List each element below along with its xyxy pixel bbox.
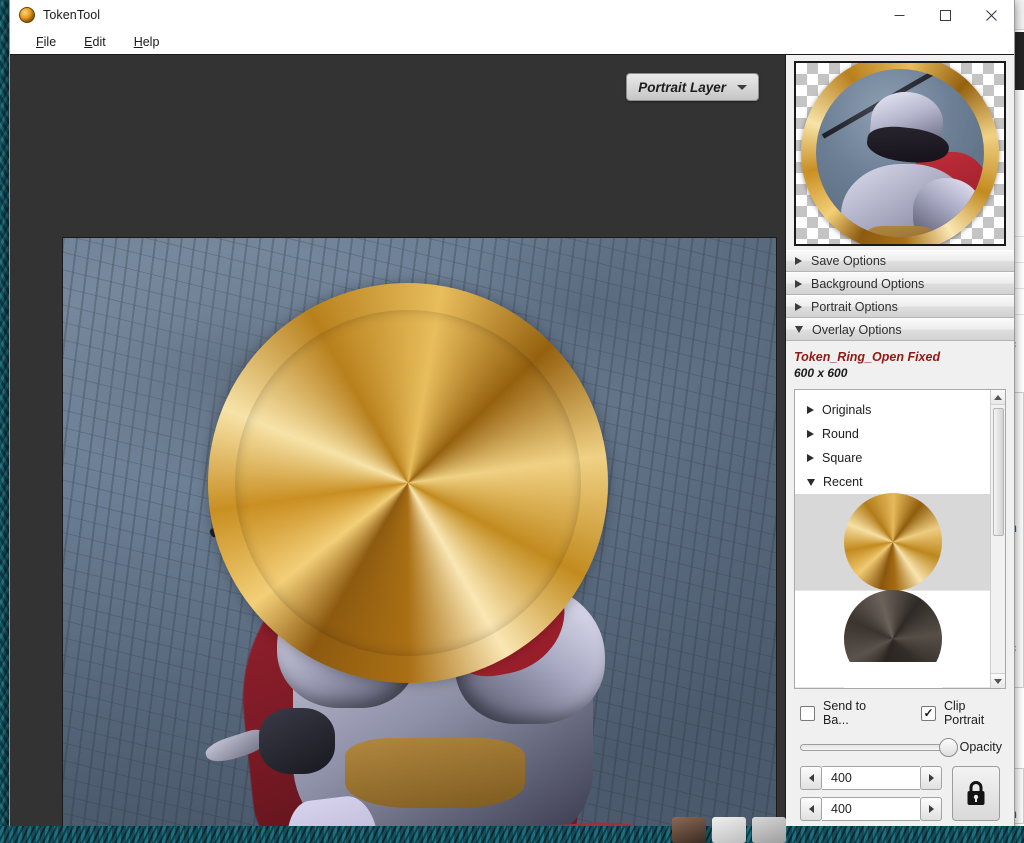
- section-label: Background Options: [811, 277, 924, 291]
- triangle-right-icon: [807, 430, 814, 438]
- layer-select-dropdown[interactable]: Portrait Layer: [626, 73, 759, 101]
- window-controls: [876, 0, 1014, 30]
- arrow-right-icon: [929, 774, 934, 782]
- tree-item-originals[interactable]: Originals: [795, 398, 990, 422]
- clip-portrait-label: Clip Portrait: [944, 699, 1006, 727]
- taskbar-item[interactable]: [672, 817, 706, 843]
- gold-ring-icon: [844, 493, 942, 591]
- taskbar-item[interactable]: [752, 817, 786, 843]
- portrait-artwork[interactable]: [62, 237, 777, 831]
- tree-item-square[interactable]: Square: [795, 446, 990, 470]
- width-decrement-button[interactable]: [800, 766, 822, 790]
- tree-item-label: Round: [822, 427, 859, 441]
- width-value[interactable]: 400: [822, 766, 920, 790]
- chevron-up-icon: [994, 395, 1002, 400]
- tree-item-label: Recent: [823, 475, 863, 489]
- overlay-thumbnail-dark-ring[interactable]: [795, 591, 990, 688]
- size-controls: 400 400: [794, 754, 1006, 831]
- overlay-checkbox-row: Send to Ba... ✓ Clip Portrait: [794, 689, 1006, 727]
- height-decrement-button[interactable]: [800, 797, 822, 821]
- preview-belt: [865, 226, 935, 238]
- minimize-button[interactable]: [876, 0, 922, 30]
- tokentool-window[interactable]: TokenTool File Edit Help Portrait Layer: [9, 0, 1015, 832]
- tree-item-round[interactable]: Round: [795, 422, 990, 446]
- opacity-slider-handle[interactable]: [939, 738, 958, 757]
- selected-overlay-name: Token_Ring_Open Fixed: [794, 350, 1006, 364]
- overlay-options-panel: Token_Ring_Open Fixed 600 x 600 Original…: [786, 341, 1014, 831]
- opacity-row: Opacity: [794, 727, 1006, 754]
- knight-belt: [345, 738, 525, 808]
- section-header-save-options[interactable]: Save Options: [786, 250, 1014, 273]
- tokentool-icon: [19, 7, 35, 23]
- triangle-right-icon: [807, 454, 814, 462]
- tree-item-label: Originals: [822, 403, 871, 417]
- opacity-label: Opacity: [960, 740, 1006, 754]
- layer-select-label: Portrait Layer: [638, 80, 726, 95]
- knight-gauntlet: [259, 708, 335, 774]
- tree-item-recent[interactable]: Recent: [795, 470, 990, 494]
- opacity-slider[interactable]: [800, 744, 951, 751]
- tree-row-clipped[interactable]: [795, 390, 990, 398]
- menu-edit-rest: dit: [93, 35, 106, 49]
- menu-bar[interactable]: File Edit Help: [10, 30, 1014, 54]
- maximize-button[interactable]: [922, 0, 968, 30]
- menu-item-edit[interactable]: Edit: [76, 32, 114, 52]
- overlay-browser[interactable]: Originals Round Square Recent: [794, 389, 1006, 689]
- overlay-browser-scrollbar[interactable]: [990, 390, 1005, 688]
- section-header-portrait-options[interactable]: Portrait Options: [786, 295, 1014, 318]
- menu-item-file[interactable]: File: [28, 32, 64, 52]
- dark-ring-icon: [844, 590, 942, 688]
- section-header-overlay-options[interactable]: Overlay Options: [786, 318, 1014, 341]
- arrow-left-icon: [809, 774, 814, 782]
- overlay-thumbnail-gold-ring[interactable]: [795, 494, 990, 591]
- send-to-back-label: Send to Ba...: [823, 699, 892, 727]
- height-spinner[interactable]: 400: [800, 797, 942, 821]
- canvas-pane[interactable]: Portrait Layer: [10, 54, 786, 831]
- triangle-down-icon: [807, 479, 815, 486]
- triangle-right-icon: [795, 280, 802, 288]
- scrollbar-thumb[interactable]: [993, 408, 1004, 536]
- side-panel: Save Options Background Options Portrait…: [786, 54, 1014, 831]
- clip-portrait-checkbox[interactable]: ✓: [921, 706, 936, 721]
- taskbar-item[interactable]: [712, 817, 746, 843]
- send-to-back-checkbox[interactable]: [800, 706, 815, 721]
- size-spinner-column: 400 400: [800, 766, 942, 821]
- triangle-right-icon: [807, 406, 814, 414]
- section-label: Portrait Options: [811, 300, 898, 314]
- menu-help-rest: elp: [143, 35, 160, 49]
- scroll-down-button[interactable]: [991, 673, 1005, 688]
- width-spinner[interactable]: 400: [800, 766, 942, 790]
- tree-item-label: Square: [822, 451, 862, 465]
- arrow-right-icon: [929, 805, 934, 813]
- triangle-right-icon: [795, 257, 802, 265]
- preview-token-image: [801, 61, 999, 246]
- overlay-ring-on-canvas[interactable]: [208, 283, 608, 683]
- window-title: TokenTool: [43, 8, 100, 22]
- menu-file-rest: ile: [44, 35, 57, 49]
- title-bar[interactable]: TokenTool: [10, 0, 1014, 30]
- triangle-down-icon: [795, 326, 803, 333]
- overlay-tree-list[interactable]: Originals Round Square Recent: [795, 390, 990, 688]
- arrow-left-icon: [809, 805, 814, 813]
- preview-portrait: [815, 68, 985, 238]
- window-body: Portrait Layer: [10, 54, 1014, 831]
- lock-icon: [965, 780, 987, 807]
- token-preview[interactable]: [794, 61, 1006, 246]
- menu-item-help[interactable]: Help: [126, 32, 168, 52]
- section-label: Overlay Options: [812, 323, 902, 337]
- chevron-down-icon: [737, 85, 747, 90]
- taskbar[interactable]: [0, 826, 1024, 843]
- aspect-lock-button[interactable]: [952, 766, 1000, 821]
- height-increment-button[interactable]: [920, 797, 942, 821]
- width-increment-button[interactable]: [920, 766, 942, 790]
- scroll-up-button[interactable]: [991, 390, 1005, 405]
- selected-overlay-dimensions: 600 x 600: [794, 366, 1006, 380]
- chevron-down-icon: [994, 679, 1002, 684]
- section-header-background-options[interactable]: Background Options: [786, 272, 1014, 295]
- close-button[interactable]: [968, 0, 1014, 30]
- triangle-right-icon: [795, 303, 802, 311]
- section-label: Save Options: [811, 254, 886, 268]
- height-value[interactable]: 400: [822, 797, 920, 821]
- check-icon: ✓: [923, 707, 933, 719]
